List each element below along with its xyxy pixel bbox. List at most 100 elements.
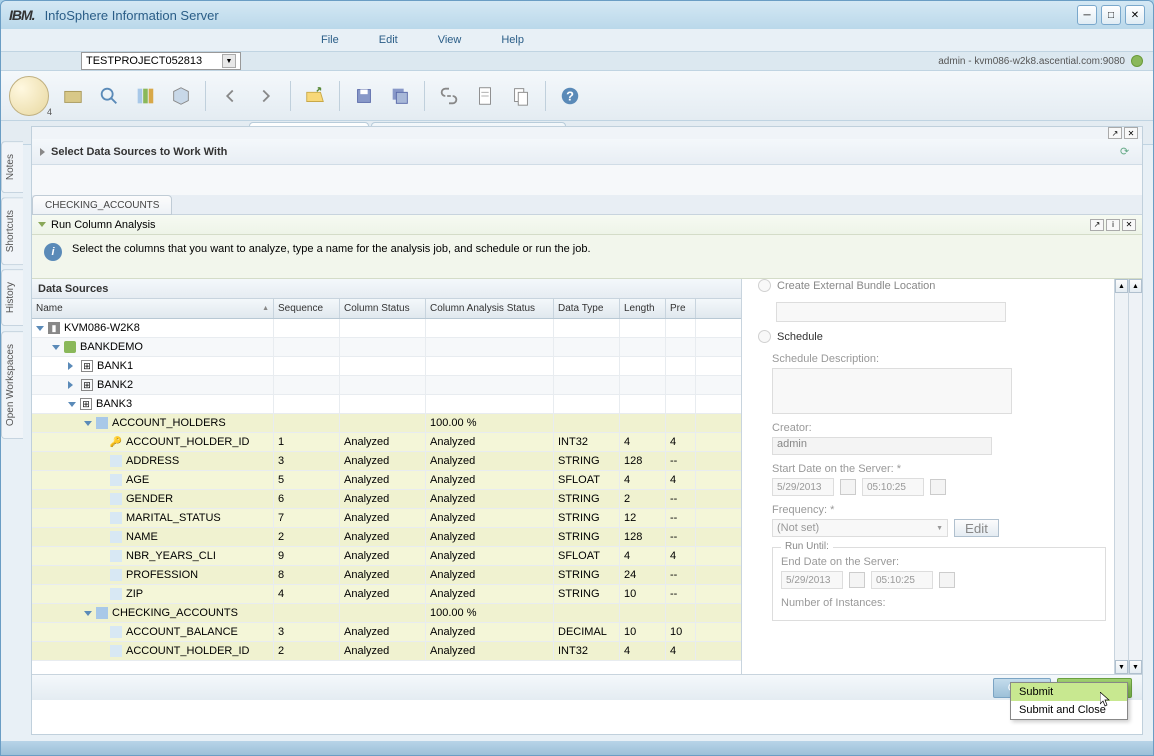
left-sidebar: Notes Shortcuts History Open Workspaces [1,141,23,443]
toolbar-back-icon[interactable] [214,80,246,112]
table-row[interactable]: 🔑ACCOUNT_HOLDER_ID1AnalyzedAnalyzedINT32… [32,433,741,452]
column-icon [110,588,122,600]
globe-nav-icon[interactable] [9,76,49,116]
create-external-label: Create External Bundle Location [777,280,935,292]
server-icon: ▮ [48,322,60,334]
toolbar-save-icon[interactable] [348,80,380,112]
sidebar-notes[interactable]: Notes [1,141,23,193]
toolbar-help-icon[interactable]: ? [554,80,586,112]
sidebar-workspaces[interactable]: Open Workspaces [1,331,23,439]
menu-file[interactable]: File [321,34,339,46]
close-window-button[interactable]: ✕ [1125,5,1145,25]
toolbar-saveall-icon[interactable] [384,80,416,112]
radio-schedule[interactable] [758,330,771,343]
toolbar-cube-icon[interactable] [165,80,197,112]
end-date-input[interactable]: 5/29/2013 [781,571,843,589]
col-datatype[interactable]: Data Type [554,299,620,318]
start-date-input[interactable]: 5/29/2013 [772,478,834,496]
table-row[interactable]: ▮KVM086-W2K8 [32,319,741,338]
outer-scrollbar[interactable]: ▲ ▼ [1128,279,1142,674]
end-time-input[interactable]: 05:10:25 [871,571,933,589]
scroll-down-icon[interactable]: ▼ [1129,660,1142,674]
menu-edit[interactable]: Edit [379,34,398,46]
column-icon [110,645,122,657]
toolbar-folder-icon[interactable] [57,80,89,112]
schema-icon: ⊞ [81,360,93,372]
select-datasources-bar[interactable]: Select Data Sources to Work With ⟳ [32,139,1142,165]
toolbar-open-icon[interactable] [299,80,331,112]
panel-info-icon[interactable]: i [1106,219,1120,231]
table-row[interactable]: PROFESSION8AnalyzedAnalyzedSTRING24-- [32,566,741,585]
run-until-group: Run Until: End Date on the Server: 5/29/… [772,547,1106,621]
sidebar-shortcuts[interactable]: Shortcuts [1,197,23,265]
calendar-icon[interactable] [849,572,865,588]
table-row[interactable]: ⊞BANK1 [32,357,741,376]
calendar-icon[interactable] [840,479,856,495]
col-name[interactable]: Name▲ [32,299,274,318]
toolbar-forward-icon[interactable] [250,80,282,112]
col-analysis-status[interactable]: Column Analysis Status [426,299,554,318]
maximize-button[interactable]: □ [1101,5,1121,25]
schedule-desc-input[interactable] [772,368,1012,414]
start-time-input[interactable]: 05:10:25 [862,478,924,496]
scroll-up-icon[interactable]: ▲ [1115,279,1128,293]
schedule-desc-label: Schedule Description: [772,353,1106,365]
table-row[interactable]: NAME2AnalyzedAnalyzedSTRING128-- [32,528,741,547]
table-row[interactable]: ⊞BANK2 [32,376,741,395]
table-row[interactable]: ZIP4AnalyzedAnalyzedSTRING10-- [32,585,741,604]
run-column-analysis-bar[interactable]: Run Column Analysis ↗ i ✕ [32,215,1142,235]
table-row[interactable]: ACCOUNT_BALANCE3AnalyzedAnalyzedDECIMAL1… [32,623,741,642]
panel-close-icon[interactable]: ✕ [1124,127,1138,139]
table-row[interactable]: ACCOUNT_HOLDERS100.00 % [32,414,741,433]
col-length[interactable]: Length [620,299,666,318]
toolbar-copy-icon[interactable] [505,80,537,112]
database-icon [64,341,76,353]
inner-scrollbar[interactable]: ▲ ▼ [1114,279,1128,674]
svg-text:?: ? [566,88,574,103]
sidebar-history[interactable]: History [1,269,23,326]
toolbar-column-icon[interactable] [129,80,161,112]
tab-checking-accounts[interactable]: CHECKING_ACCOUNTS [32,195,172,215]
time-stepper-icon[interactable] [930,479,946,495]
table-row[interactable]: MARITAL_STATUS7AnalyzedAnalyzedSTRING12-… [32,509,741,528]
table-row[interactable]: CHECKING_ACCOUNTS100.00 % [32,604,741,623]
menubar: File Edit View Help [1,29,1153,51]
submit-menu: Submit Submit and Close [1010,682,1128,720]
panel-pin-icon[interactable]: ↗ [1108,127,1122,139]
col-status[interactable]: Column Status [340,299,426,318]
toolbar-search-icon[interactable] [93,80,125,112]
scroll-up-icon[interactable]: ▲ [1129,279,1142,293]
minimize-button[interactable]: ─ [1077,5,1097,25]
table-icon [96,417,108,429]
ds-tree-body[interactable]: ▮KVM086-W2K8BANKDEMO⊞BANK1⊞BANK2⊞BANK3AC… [32,319,741,674]
scroll-down-icon[interactable]: ▼ [1115,660,1128,674]
menu-help[interactable]: Help [501,34,524,46]
column-icon [110,493,122,505]
table-row[interactable]: NBR_YEARS_CLI9AnalyzedAnalyzedSFLOAT44 [32,547,741,566]
toolbar-doc-icon[interactable] [469,80,501,112]
refresh-icon[interactable]: ⟳ [1120,145,1134,159]
table-row[interactable]: ADDRESS3AnalyzedAnalyzedSTRING128-- [32,452,741,471]
bundle-location-input[interactable] [776,302,1006,322]
table-row[interactable]: AGE5AnalyzedAnalyzedSFLOAT44 [32,471,741,490]
column-icon [110,512,122,524]
col-precision[interactable]: Pre [666,299,696,318]
menu-submit[interactable]: Submit [1011,683,1127,701]
table-row[interactable]: GENDER6AnalyzedAnalyzedSTRING2-- [32,490,741,509]
frequency-select[interactable]: (Not set)▼ [772,519,948,537]
table-row[interactable]: BANKDEMO [32,338,741,357]
connection-indicator-icon [1131,55,1143,67]
project-selector[interactable]: TESTPROJECT052813 ▼ [81,52,241,70]
table-row[interactable]: ⊞BANK3 [32,395,741,414]
radio-external-bundle[interactable] [758,279,771,292]
menu-view[interactable]: View [438,34,462,46]
toolbar-link-icon[interactable] [433,80,465,112]
col-sequence[interactable]: Sequence [274,299,340,318]
panel-close-icon[interactable]: ✕ [1122,219,1136,231]
panel-pin-icon[interactable]: ↗ [1090,219,1104,231]
edit-button[interactable]: Edit [954,519,999,537]
menu-submit-close[interactable]: Submit and Close [1011,701,1127,719]
time-stepper-icon[interactable] [939,572,955,588]
dialog-footer: Close Submit▼ [32,674,1142,700]
table-row[interactable]: ACCOUNT_HOLDER_ID2AnalyzedAnalyzedINT324… [32,642,741,661]
